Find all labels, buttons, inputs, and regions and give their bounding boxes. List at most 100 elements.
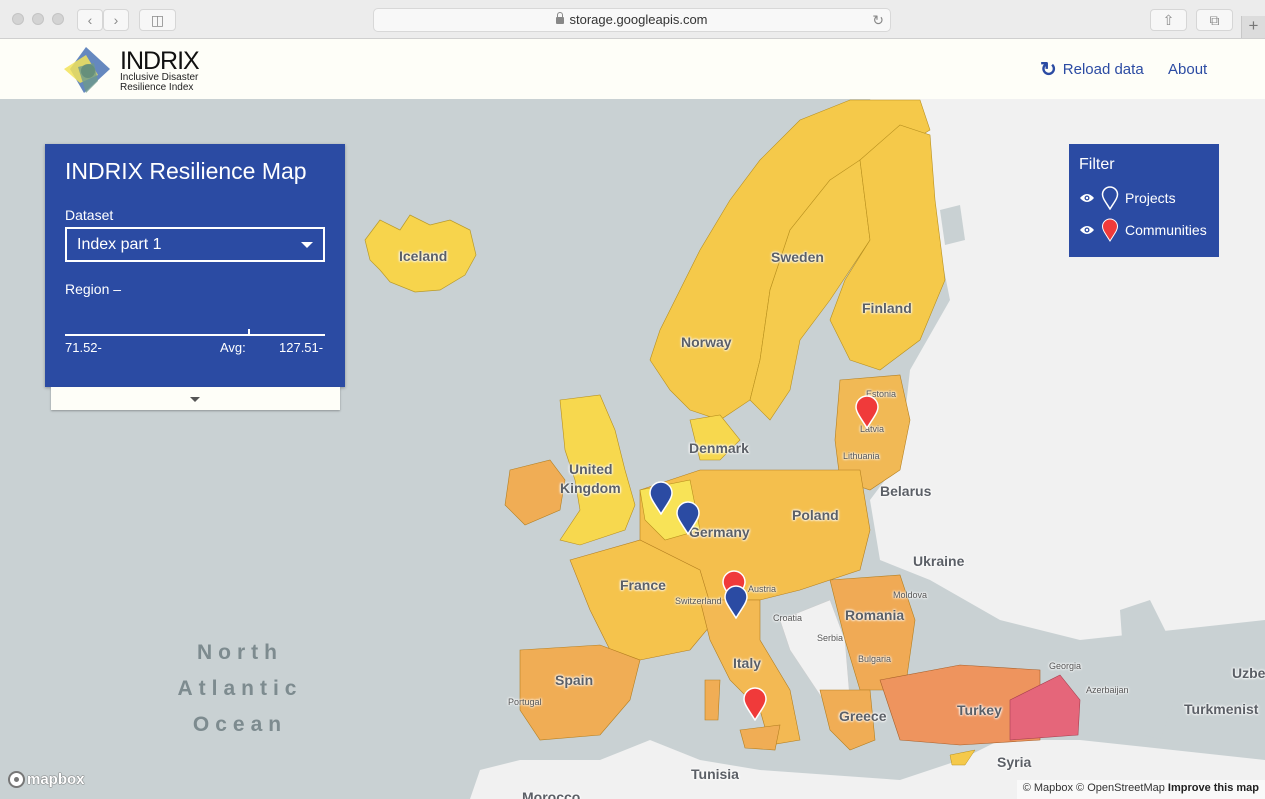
label-norway: Norway (681, 334, 732, 350)
filter-item-communities[interactable]: Communities (1079, 218, 1207, 242)
panel-expand-button[interactable] (51, 387, 340, 410)
region-ireland (504, 459, 566, 526)
share-button[interactable]: ⇧ (1150, 9, 1187, 31)
filter-title: Filter (1079, 156, 1115, 173)
filter-panel: Filter Projects Communities (1069, 144, 1219, 257)
forward-button[interactable]: › (103, 9, 129, 31)
mapbox-icon (8, 771, 25, 788)
label-romania: Romania (845, 607, 905, 623)
ocean-line-1: North (197, 641, 283, 664)
range-max: 127.51- (279, 340, 324, 355)
filter-projects-label: Projects (1125, 190, 1176, 206)
label-belarus: Belarus (880, 483, 932, 499)
resilience-panel: INDRIX Resilience Map Dataset Index part… (45, 144, 345, 387)
label-croatia: Croatia (773, 613, 803, 623)
lock-icon (556, 12, 565, 24)
label-ukraine: Ukraine (913, 553, 965, 569)
caret-down-icon (190, 397, 200, 402)
range-avg-marker (248, 329, 250, 335)
logo-subtitle-2: Resilience Index (120, 82, 194, 93)
label-syria: Syria (997, 754, 1032, 770)
tabs-overview-button[interactable]: ⧉ (1196, 9, 1233, 31)
ocean-line-3: Ocean (192, 713, 288, 736)
reload-data-label: Reload data (1062, 61, 1144, 78)
panel-title: INDRIX Resilience Map (65, 158, 307, 184)
logo-title: INDRIX (120, 47, 200, 75)
label-iceland: Iceland (399, 248, 448, 264)
new-tab-button[interactable]: + (1241, 16, 1265, 38)
project-marker-north-italy[interactable] (723, 585, 749, 619)
label-poland: Poland (792, 507, 839, 523)
label-tunisia: Tunisia (691, 766, 739, 782)
address-bar[interactable]: storage.googleapis.com ↻ (373, 8, 891, 32)
app-header: INDRIX Inclusive Disaster Resilience Ind… (0, 39, 1265, 99)
community-marker-latvia[interactable] (854, 395, 880, 429)
label-finland: Finland (862, 300, 912, 316)
label-united: United (569, 461, 613, 477)
filter-item-projects[interactable]: Projects (1079, 186, 1176, 210)
label-georgia: Georgia (1049, 661, 1082, 671)
plus-icon: + (1248, 16, 1259, 35)
zoom-window-button[interactable] (52, 13, 64, 25)
reload-icon: ↻ (1040, 59, 1057, 81)
sidebar-toggle-button[interactable]: ◫ (139, 9, 176, 31)
label-spain: Spain (555, 672, 594, 688)
attribution-links[interactable]: © Mapbox © OpenStreetMap (1023, 782, 1165, 794)
label-switzerland: Switzerland (675, 596, 722, 606)
label-portugal: Portugal (508, 697, 542, 707)
page-reload-icon[interactable]: ↻ (872, 9, 884, 31)
label-turkmenistan: Turkmenist (1184, 701, 1259, 717)
dataset-selected-value: Index part 1 (77, 236, 162, 253)
tabs-icon: ⧉ (1209, 12, 1220, 28)
label-france: France (620, 577, 666, 593)
indrix-logo[interactable]: INDRIX Inclusive Disaster Resilience Ind… (64, 45, 214, 95)
back-button[interactable]: ‹ (77, 9, 103, 31)
improve-map-link[interactable]: Improve this map (1168, 782, 1259, 794)
label-sweden: Sweden (771, 249, 824, 265)
chevron-left-icon: ‹ (87, 12, 93, 28)
map-attribution: © Mapbox © OpenStreetMap Improve this ma… (1016, 780, 1265, 799)
label-serbia: Serbia (817, 633, 844, 643)
about-link[interactable]: About (1168, 61, 1207, 78)
label-denmark: Denmark (689, 440, 749, 456)
project-marker-germany[interactable] (675, 501, 701, 535)
dataset-label: Dataset (65, 207, 114, 223)
label-austria: Austria (748, 584, 777, 594)
label-bulgaria: Bulgaria (858, 654, 892, 664)
reload-data-button[interactable]: ↻ Reload data (1040, 59, 1144, 81)
ocean-line-2: Atlantic (177, 677, 303, 700)
eye-icon[interactable] (1079, 225, 1095, 235)
dataset-select[interactable]: Index part 1 (65, 227, 325, 262)
eye-icon[interactable] (1079, 193, 1095, 203)
label-turkey: Turkey (957, 702, 1002, 718)
label-italy: Italy (733, 655, 762, 671)
label-lithuania: Lithuania (843, 451, 880, 461)
mapbox-logo[interactable]: mapbox (8, 771, 85, 788)
range-bar (65, 334, 325, 336)
mapbox-logo-text: mapbox (27, 771, 85, 788)
chevron-right-icon: › (113, 12, 119, 28)
caret-down-icon (301, 242, 313, 248)
region-iberia (519, 644, 641, 741)
label-north-atlantic-ocean: North Atlantic Ocean (160, 635, 320, 743)
avg-label: Avg: (220, 340, 246, 355)
project-marker-netherlands[interactable] (648, 481, 674, 515)
label-azerbaijan: Azerbaijan (1086, 685, 1129, 695)
region-sardinia (704, 679, 721, 721)
community-marker-sicily[interactable] (742, 687, 768, 721)
sidebar-icon: ◫ (150, 12, 165, 28)
url-text: storage.googleapis.com (569, 12, 708, 27)
label-morocco: Morocco (522, 789, 581, 799)
browser-toolbar: ‹ › ◫ storage.googleapis.com ↻ ⇧ ⧉ + (0, 0, 1265, 39)
community-pin-icon (1101, 218, 1119, 242)
label-uzbekistan: Uzbe (1232, 665, 1265, 681)
indrix-logo-mark-icon (64, 47, 110, 93)
share-icon: ⇧ (1162, 12, 1175, 28)
close-window-button[interactable] (12, 13, 24, 25)
filter-communities-label: Communities (1125, 222, 1207, 238)
label-moldova: Moldova (893, 590, 928, 600)
label-greece: Greece (839, 708, 887, 724)
region-sicily (739, 724, 781, 751)
minimize-window-button[interactable] (32, 13, 44, 25)
project-pin-icon (1101, 186, 1119, 210)
